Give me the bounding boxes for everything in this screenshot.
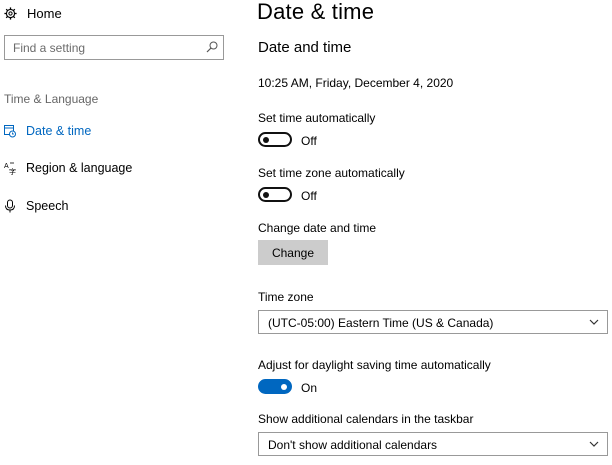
set-time-auto-state: Off	[301, 134, 317, 148]
sidebar-section-label: Time & Language	[4, 92, 99, 106]
sidebar-item-speech[interactable]: Speech	[4, 197, 68, 215]
sidebar-item-date-time[interactable]: Date & time	[4, 122, 91, 140]
clock-calendar-icon	[4, 125, 16, 138]
home-label: Home	[27, 5, 62, 21]
set-time-auto-label: Set time automatically	[258, 111, 376, 125]
daylight-saving-toggle[interactable]	[258, 379, 292, 394]
svg-text:字: 字	[9, 167, 16, 175]
current-datetime: 10:25 AM, Friday, December 4, 2020	[258, 76, 454, 90]
additional-calendars-label: Show additional calendars in the taskbar	[258, 412, 474, 426]
sidebar-item-region-language[interactable]: A 字 Region & language	[4, 159, 132, 177]
gear-icon	[4, 6, 17, 20]
search-icon[interactable]	[206, 41, 218, 53]
sidebar-item-label: Region & language	[26, 161, 133, 175]
set-timezone-auto-state: Off	[301, 189, 317, 203]
time-zone-label: Time zone	[258, 290, 314, 304]
language-icon: A 字	[4, 162, 16, 175]
set-timezone-auto-label: Set time zone automatically	[258, 166, 405, 180]
page-title: Date & time	[257, 0, 375, 24]
microphone-icon	[5, 199, 15, 213]
daylight-saving-label: Adjust for daylight saving time automati…	[258, 358, 491, 372]
search-box[interactable]	[4, 35, 224, 60]
change-button[interactable]: Change	[258, 240, 328, 265]
toggle-knob	[263, 136, 269, 143]
additional-calendars-value: Don't show additional calendars	[268, 438, 438, 452]
change-date-time-label: Change date and time	[258, 221, 377, 235]
chevron-down-icon	[589, 319, 599, 325]
sidebar-item-label: Speech	[26, 199, 69, 213]
set-timezone-auto-toggle[interactable]	[258, 187, 292, 202]
time-zone-dropdown[interactable]: (UTC-05:00) Eastern Time (US & Canada)	[258, 310, 608, 334]
toggle-knob	[263, 191, 269, 198]
sidebar-item-label: Date & time	[26, 124, 92, 138]
chevron-down-icon	[589, 441, 599, 447]
time-zone-value: (UTC-05:00) Eastern Time (US & Canada)	[268, 316, 494, 330]
additional-calendars-dropdown[interactable]: Don't show additional calendars	[258, 432, 608, 456]
toggle-knob	[281, 383, 287, 390]
search-input[interactable]	[5, 36, 203, 59]
daylight-saving-state: On	[301, 381, 318, 395]
set-time-auto-toggle[interactable]	[258, 132, 292, 147]
sidebar-item-home[interactable]: Home	[4, 4, 62, 22]
section-heading: Date and time	[258, 39, 352, 56]
